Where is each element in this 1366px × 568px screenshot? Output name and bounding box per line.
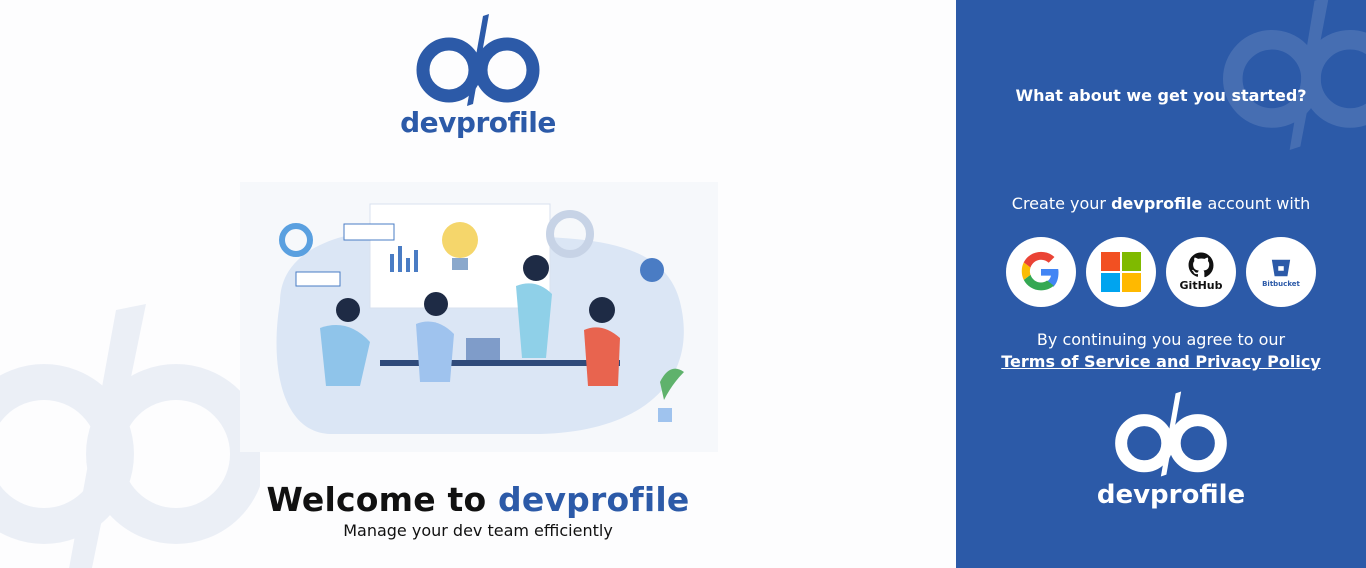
welcome-panel: devprofile Welcome to devprofile Manage … [0, 0, 956, 568]
logo-wordmark: devprofile [1096, 480, 1246, 510]
terms-link[interactable]: Terms of Service and Privacy Policy [956, 351, 1366, 373]
github-label: GitHub [1179, 279, 1223, 292]
devprofile-logo-icon [1115, 391, 1227, 477]
welcome-prefix: Welcome to [266, 480, 487, 519]
auth-providers: GitHub Bitbucket [1006, 237, 1316, 307]
tagline: Manage your dev team efficiently [343, 521, 613, 540]
signup-panel: What about we get you started? Create yo… [956, 0, 1366, 568]
terms-notice: By continuing you agree to our Terms of … [956, 329, 1366, 373]
google-login-button[interactable] [1006, 237, 1076, 307]
agree-text: By continuing you agree to our [1036, 330, 1286, 349]
microsoft-icon [1101, 252, 1141, 292]
microsoft-login-button[interactable] [1086, 237, 1156, 307]
logo-footer: devprofile [1086, 388, 1256, 510]
create-brand: devprofile [1111, 194, 1203, 213]
bitbucket-icon [1271, 259, 1291, 276]
team-meeting-illustration [240, 182, 718, 452]
logo-wordmark: devprofile [400, 106, 556, 139]
bitbucket-login-button[interactable]: Bitbucket [1246, 237, 1316, 307]
welcome-heading: Welcome to devprofile [0, 480, 956, 519]
github-icon [1188, 252, 1214, 278]
logo: devprofile [398, 12, 558, 139]
create-suffix: account with [1207, 194, 1311, 213]
google-icon [1021, 251, 1059, 291]
github-login-button[interactable]: GitHub [1166, 237, 1236, 307]
create-account-text: Create your devprofile account with [956, 194, 1366, 213]
create-prefix: Create your [1011, 194, 1106, 213]
get-started-question: What about we get you started? [1015, 86, 1307, 105]
bitbucket-label: Bitbucket [1262, 279, 1300, 288]
devprofile-logo-icon [416, 14, 540, 106]
welcome-brand: devprofile [498, 480, 690, 519]
background-logo-mark-icon [1223, 0, 1366, 150]
